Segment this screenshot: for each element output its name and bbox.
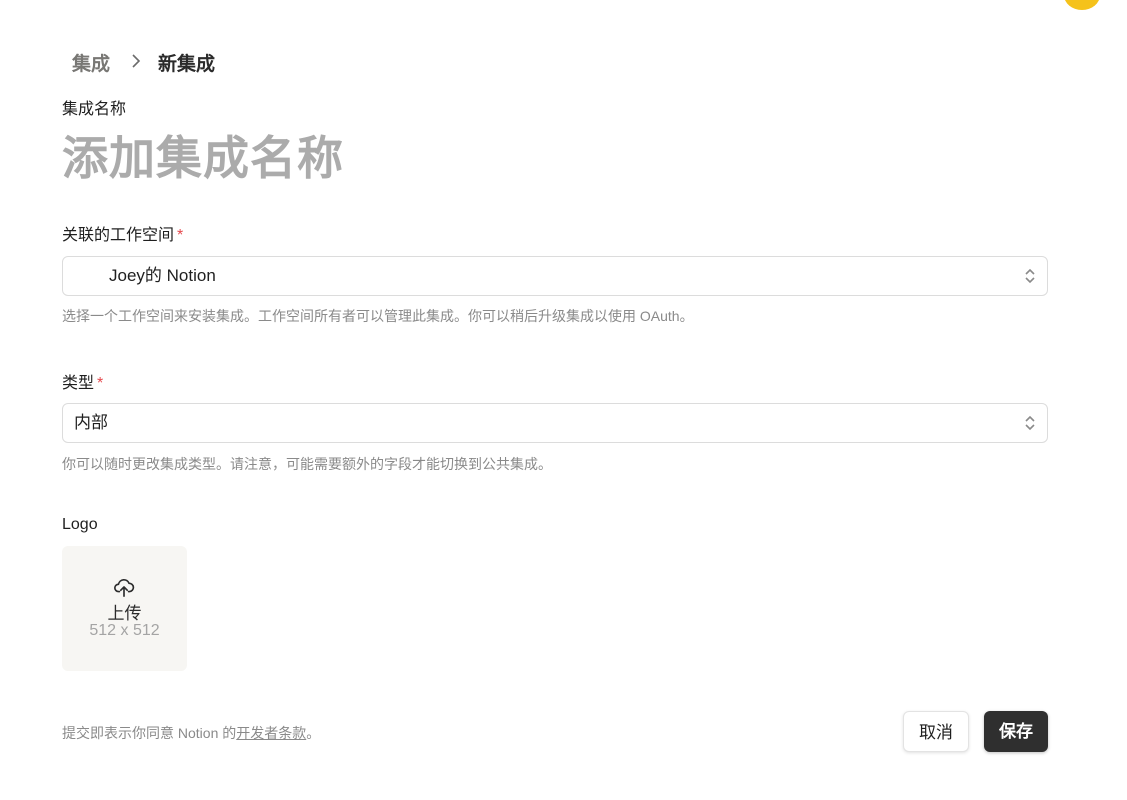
upload-label: 上传 xyxy=(107,604,142,623)
integration-name-input[interactable]: 添加集成名称 xyxy=(62,122,344,188)
required-mark: * xyxy=(97,375,104,392)
cancel-button[interactable]: 取消 xyxy=(903,711,969,752)
terms-note-prefix: 提交即表示你同意 Notion 的 xyxy=(62,725,237,741)
cloud-upload-icon xyxy=(114,578,135,597)
type-select[interactable]: 内部 xyxy=(62,403,1048,443)
type-hint: 你可以随时更改集成类型。请注意，可能需要额外的字段才能切换到公共集成。 xyxy=(62,456,552,472)
save-button[interactable]: 保存 xyxy=(984,711,1048,752)
workspace-label-text: 关联的工作空间 xyxy=(62,227,175,244)
logo-upload-button[interactable]: 上传 512 x 512 xyxy=(62,546,187,671)
breadcrumb-integrations-link[interactable]: 集成 xyxy=(72,49,110,76)
workspace-hint: 选择一个工作空间来安装集成。工作空间所有者可以管理此集成。你可以稍后升级集成以使… xyxy=(62,308,694,324)
breadcrumb: 集成 新集成 xyxy=(72,49,215,75)
chevron-up-down-icon xyxy=(1025,268,1035,284)
type-label-text: 类型 xyxy=(62,375,95,392)
type-select-value: 内部 xyxy=(74,413,108,432)
avatar[interactable] xyxy=(1064,0,1100,10)
workspace-select-value: Joey的 Notion xyxy=(109,266,216,285)
terms-note: 提交即表示你同意 Notion 的开发者条款。 xyxy=(62,723,320,743)
workspace-label: 关联的工作空间 * xyxy=(62,221,183,245)
chevron-right-icon xyxy=(122,52,150,73)
terms-note-suffix: 。 xyxy=(306,725,321,741)
logo-label: Logo xyxy=(62,516,98,533)
type-label: 类型 * xyxy=(62,369,103,393)
chevron-up-down-icon xyxy=(1025,415,1035,431)
workspace-select[interactable]: Joey的 Notion xyxy=(62,256,1048,296)
new-integration-page: 集成 新集成 集成名称 添加集成名称 关联的工作空间 * Joey的 Notion… xyxy=(0,0,1127,800)
breadcrumb-current: 新集成 xyxy=(158,53,216,75)
developer-terms-link[interactable]: 开发者条款 xyxy=(236,725,306,741)
required-mark: * xyxy=(177,227,184,244)
integration-name-label: 集成名称 xyxy=(62,101,127,118)
upload-size-hint: 512 x 512 xyxy=(89,622,160,639)
